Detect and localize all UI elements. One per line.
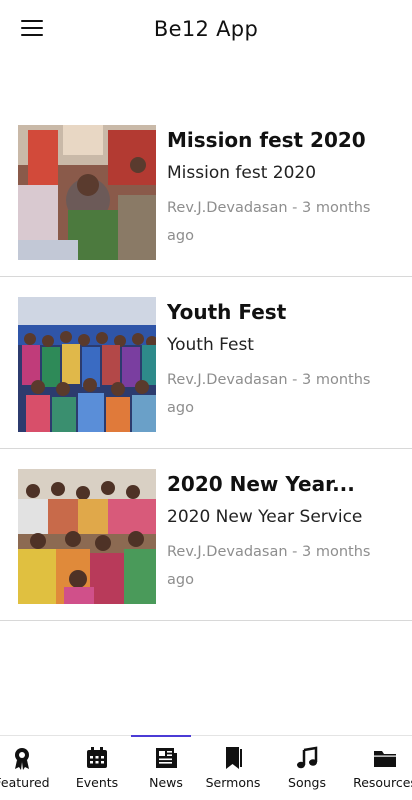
card-title: 2020 New Year... [167, 472, 355, 496]
nav-label: Songs [288, 775, 326, 790]
news-list: Mission fest 2020 Mission fest 2020 Rev.… [0, 105, 412, 621]
nav-label: Events [75, 775, 119, 790]
card-author-time: Rev.J.Devadasan - 3 months ago [167, 544, 371, 588]
card-subtitle: 2020 New Year Service [167, 507, 363, 527]
nav-label: Featured [0, 775, 50, 790]
calendar-icon [87, 747, 107, 768]
music-note-icon [297, 746, 318, 769]
nav-label: Resources [353, 775, 412, 790]
nav-label: News [149, 775, 183, 790]
news-thumbnail [18, 125, 156, 260]
folder-icon [374, 751, 396, 767]
hamburger-menu-icon[interactable] [20, 17, 44, 39]
news-card[interactable]: 2020 New Year... 2020 New Year Service R… [0, 449, 412, 621]
nav-item-songs[interactable]: Songs [272, 736, 342, 800]
news-thumbnail [18, 469, 156, 604]
app-header: Be12 App [0, 0, 412, 58]
card-title: Youth Fest [167, 300, 287, 324]
nav-item-events[interactable]: Events [62, 736, 132, 800]
nav-item-sermons[interactable]: Sermons [198, 736, 268, 800]
nav-item-featured[interactable]: Featured [0, 736, 57, 800]
nav-label: Sermons [205, 775, 261, 790]
card-author-time: Rev.J.Devadasan - 3 months ago [167, 200, 371, 244]
card-subtitle: Mission fest 2020 [167, 163, 317, 183]
bookmark-icon [226, 747, 242, 769]
ribbon-icon [15, 748, 29, 770]
app-title: Be12 App [153, 17, 259, 41]
news-card[interactable]: Youth Fest Youth Fest Rev.J.Devadasan - … [0, 277, 412, 449]
card-subtitle: Youth Fest [167, 335, 254, 355]
nav-item-resources[interactable]: Resources [350, 736, 412, 800]
card-title: Mission fest 2020 [167, 128, 366, 152]
news-thumbnail [18, 297, 156, 432]
nav-item-news[interactable]: News [131, 735, 201, 800]
card-author-time: Rev.J.Devadasan - 3 months ago [167, 372, 371, 416]
app-screen: Be12 App Mission fest 2020 Mission fest … [0, 0, 412, 800]
news-card[interactable]: Mission fest 2020 Mission fest 2020 Rev.… [0, 105, 412, 277]
newspaper-icon [156, 748, 177, 768]
bottom-navigation: Featured Events [0, 735, 412, 800]
